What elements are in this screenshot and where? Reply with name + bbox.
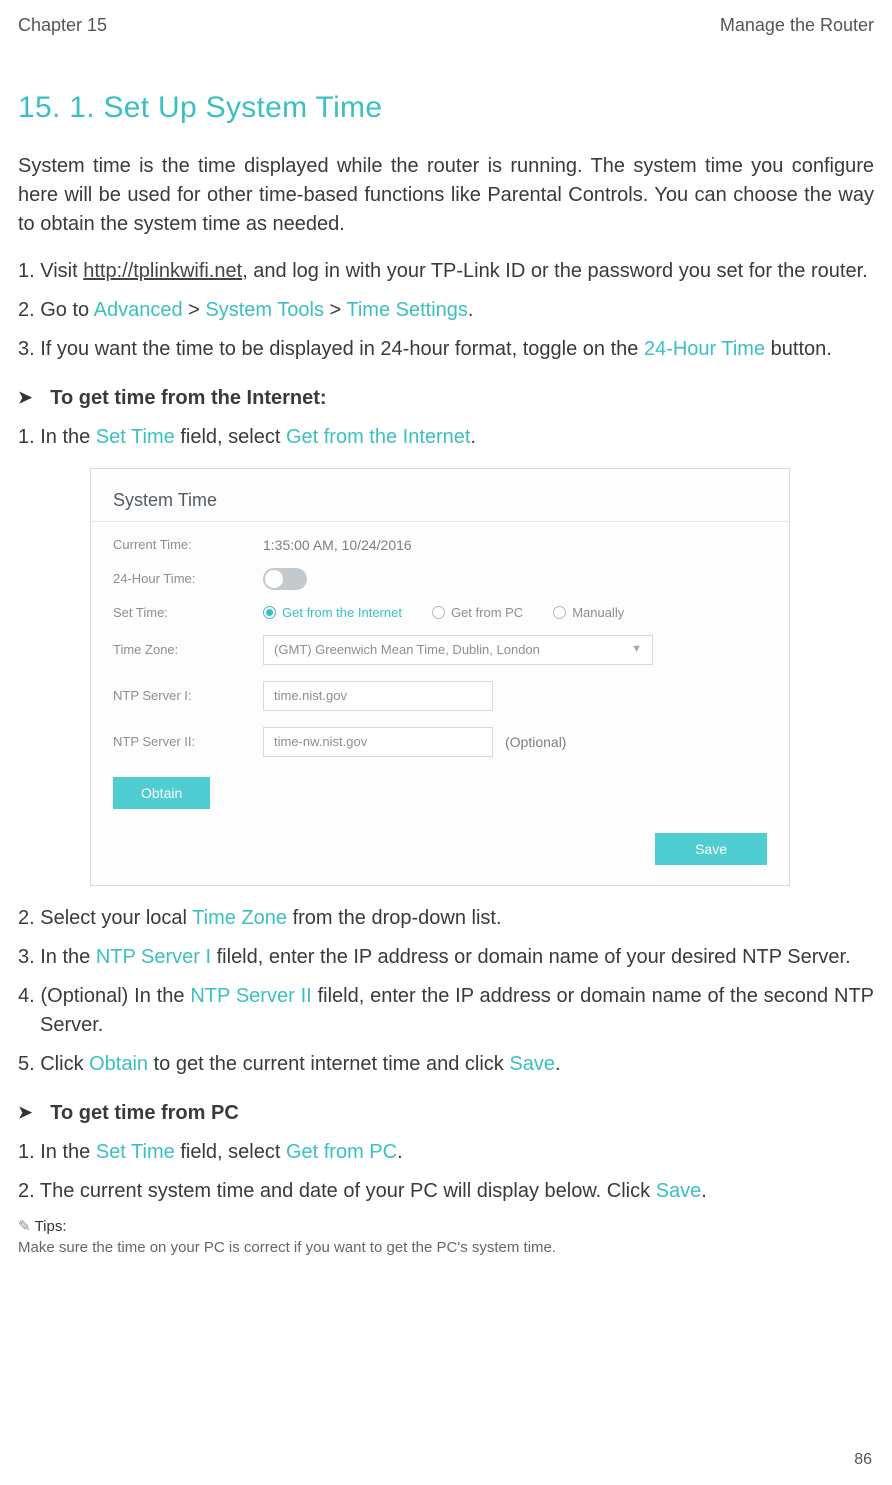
radio-circle-icon bbox=[553, 606, 566, 619]
optional-hint: (Optional) bbox=[505, 735, 566, 749]
step-internet-1: 1. In the Set Time field, select Get fro… bbox=[18, 423, 874, 452]
ntp1-label: NTP Server I: bbox=[113, 689, 263, 702]
radio-dot-icon bbox=[263, 606, 276, 619]
settime-label: Set Time: bbox=[113, 606, 263, 619]
panel-title: System Time bbox=[113, 487, 767, 513]
advanced-label: Advanced bbox=[94, 299, 183, 321]
step-internet-4: 4. (Optional) In the NTP Server II filel… bbox=[18, 982, 874, 1040]
current-time-label: Current Time: bbox=[113, 538, 263, 551]
pencil-icon: ✎ bbox=[18, 1218, 31, 1235]
ntp2-input[interactable]: time-nw.nist.gov bbox=[263, 727, 493, 757]
subhead-internet: ➤ To get time from the Internet: bbox=[18, 384, 874, 413]
hour24-row-label: 24-Hour Time: bbox=[113, 572, 263, 585]
step-3: 3. If you want the time to be displayed … bbox=[18, 335, 874, 364]
ntp2-label: NTP Server II: bbox=[113, 735, 263, 748]
step-pc-1: 1. In the Set Time field, select Get fro… bbox=[18, 1138, 874, 1167]
obtain-button[interactable]: Obtain bbox=[113, 777, 210, 809]
divider bbox=[91, 521, 789, 522]
tips-text: Make sure the time on your PC is correct… bbox=[18, 1239, 556, 1256]
ntp1-input[interactable]: time.nist.gov bbox=[263, 681, 493, 711]
hour24-label: 24-Hour Time bbox=[644, 338, 765, 360]
page-number: 86 bbox=[854, 1448, 872, 1471]
settime-radio-group: Get from the Internet Get from PC Manual… bbox=[263, 606, 624, 619]
step-2: 2. Go to Advanced > System Tools > Time … bbox=[18, 296, 874, 325]
tplinkwifi-link[interactable]: http://tplinkwifi.net bbox=[83, 260, 242, 282]
header-section: Manage the Router bbox=[720, 12, 874, 38]
time-settings-label: Time Settings bbox=[346, 299, 468, 321]
chevron-right-icon: ➤ bbox=[18, 386, 32, 411]
step-internet-2: 2. Select your local Time Zone from the … bbox=[18, 904, 874, 933]
timezone-select[interactable]: (GMT) Greenwich Mean Time, Dublin, Londo… bbox=[263, 635, 653, 665]
current-time-value: 1:35:00 AM, 10/24/2016 bbox=[263, 538, 412, 552]
step-pc-2: 2. The current system time and date of y… bbox=[18, 1177, 874, 1206]
step-internet-5: 5. Click Obtain to get the current inter… bbox=[18, 1050, 874, 1079]
section-title: 15. 1. Set Up System Time bbox=[18, 86, 874, 130]
radio-pc[interactable]: Get from PC bbox=[432, 606, 523, 619]
save-button[interactable]: Save bbox=[655, 833, 767, 865]
subhead-pc: ➤ To get time from PC bbox=[18, 1099, 874, 1128]
intro-paragraph: System time is the time displayed while … bbox=[18, 152, 874, 239]
header-chapter: Chapter 15 bbox=[18, 12, 107, 38]
chevron-right-icon: ➤ bbox=[18, 1101, 32, 1126]
tips-block: ✎Tips: Make sure the time on your PC is … bbox=[18, 1216, 874, 1260]
radio-manual[interactable]: Manually bbox=[553, 606, 624, 619]
system-tools-label: System Tools bbox=[205, 299, 324, 321]
chevron-down-icon: ▼ bbox=[631, 644, 642, 655]
step-internet-3: 3. In the NTP Server I fileld, enter the… bbox=[18, 943, 874, 972]
hour24-toggle[interactable] bbox=[263, 568, 307, 590]
radio-internet[interactable]: Get from the Internet bbox=[263, 606, 402, 619]
system-time-panel: System Time Current Time: 1:35:00 AM, 10… bbox=[90, 468, 790, 886]
step-1: 1. Visit http://tplinkwifi.net, and log … bbox=[18, 257, 874, 286]
timezone-label: Time Zone: bbox=[113, 643, 263, 656]
page-header: Chapter 15 Manage the Router bbox=[18, 12, 874, 38]
radio-circle-icon bbox=[432, 606, 445, 619]
